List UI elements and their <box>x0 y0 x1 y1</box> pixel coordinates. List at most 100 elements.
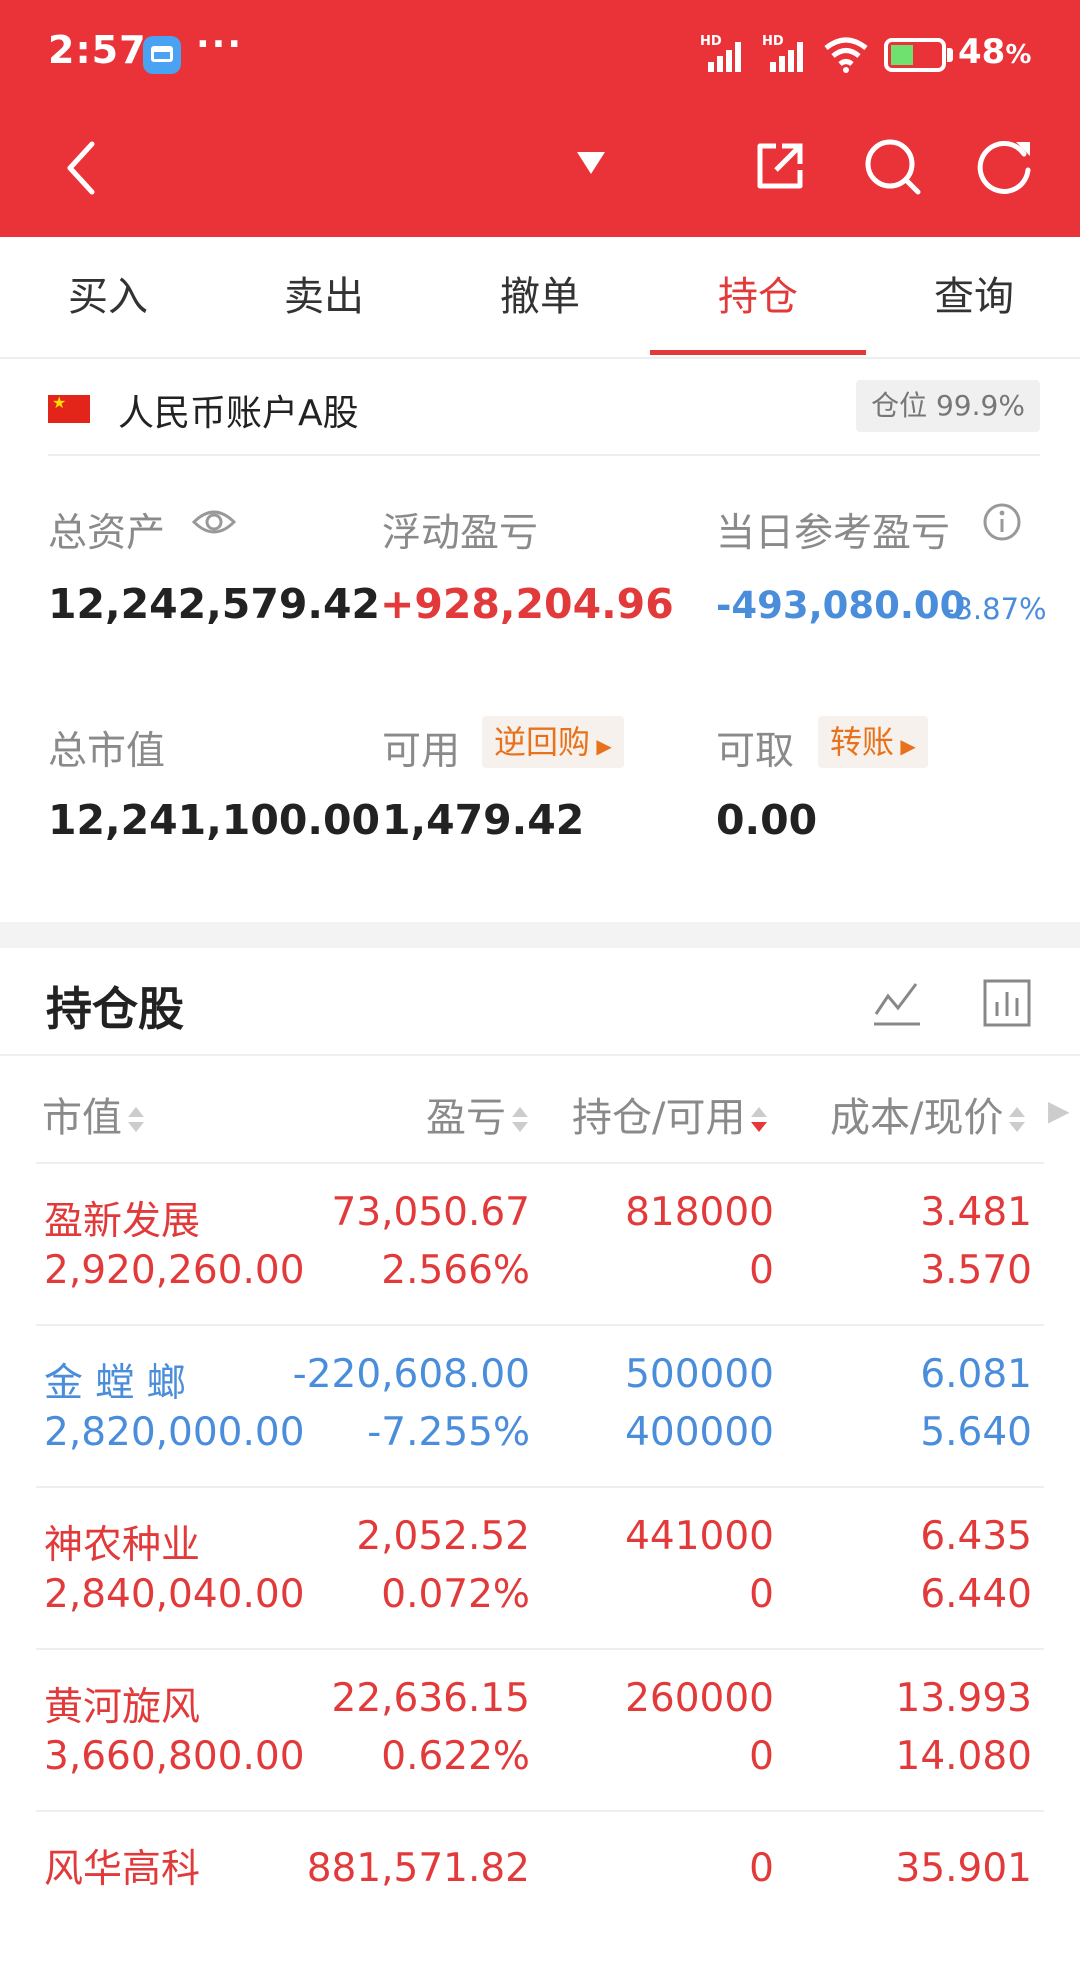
available-value: 1,479.42 <box>382 796 585 844</box>
holding-qty: 0 <box>749 1846 774 1891</box>
cost-price: 6.435 <box>920 1514 1032 1559</box>
total-assets-label: 总资产 <box>48 511 166 556</box>
sort-icon <box>126 1105 144 1135</box>
transfer-button[interactable]: 转账 ▶ <box>818 716 928 768</box>
account-name[interactable]: 人民币账户A股 <box>118 384 359 436</box>
profit-loss-percent: 0.622% <box>381 1734 530 1779</box>
wifi-icon <box>824 37 868 73</box>
stock-name: 风华高科 <box>44 1847 201 1892</box>
stock-name: 金 螳 螂 <box>44 1361 186 1406</box>
profit-loss: 22,636.15 <box>331 1676 531 1721</box>
market-value: 2,920,260.00 <box>44 1248 305 1293</box>
top-bar: 2:57 ··· HD HD 48% <box>0 0 1080 237</box>
sort-desc-icon <box>749 1105 768 1135</box>
cost-price: 35.901 <box>895 1846 1032 1891</box>
cost-price: 13.993 <box>895 1676 1032 1721</box>
eye-icon[interactable] <box>190 504 238 540</box>
profit-loss-percent: 2.566% <box>381 1248 530 1293</box>
withdrawable-label: 可取 <box>716 729 795 774</box>
floating-pl-value: +928,204.96 <box>380 580 674 628</box>
current-price: 6.440 <box>920 1572 1032 1617</box>
hd-label: HD <box>762 34 784 49</box>
divider <box>0 1054 1080 1056</box>
daily-pl-value: -493,080.00 <box>716 584 966 627</box>
scroll-right-icon[interactable]: ▶ <box>1048 1094 1070 1127</box>
reverse-repo-button[interactable]: 逆回购 ▶ <box>482 716 624 768</box>
market-value: 2,820,000.00 <box>44 1410 305 1455</box>
table-row[interactable]: 风华高科 881,571.82 0 35.901 <box>0 1812 1080 1974</box>
profit-loss: 2,052.52 <box>356 1514 530 1559</box>
trade-tabs: 买入 卖出 撤单 持仓 查询 <box>0 237 1080 359</box>
hd-label: HD <box>700 34 722 49</box>
dropdown-caret-icon[interactable] <box>573 148 609 178</box>
more-notifications-icon: ··· <box>196 24 244 65</box>
tab-cancel[interactable]: 撤单 <box>432 237 648 357</box>
sort-icon <box>1007 1105 1026 1135</box>
table-row[interactable]: 神农种业 2,840,040.00 2,052.52 0.072% 441000… <box>0 1488 1080 1650</box>
battery-icon <box>884 38 946 72</box>
sort-icon <box>510 1105 528 1135</box>
tab-holdings[interactable]: 持仓 <box>650 237 866 357</box>
cost-price: 6.081 <box>920 1352 1032 1397</box>
status-time: 2:57 <box>48 28 147 72</box>
sort-holding[interactable]: 持仓/可用 <box>572 1085 768 1143</box>
holding-qty: 500000 <box>625 1352 774 1397</box>
divider <box>48 454 1040 456</box>
market-value-label: 总市值 <box>48 729 166 774</box>
stock-name: 黄河旋风 <box>44 1685 201 1730</box>
holding-qty: 818000 <box>625 1190 774 1235</box>
signal-icon: HD <box>700 34 750 74</box>
daily-pl-label: 当日参考盈亏 <box>716 511 951 556</box>
profit-loss: 73,050.67 <box>331 1190 531 1235</box>
floating-pl-label: 浮动盈亏 <box>382 511 539 556</box>
sort-cost[interactable]: 成本/现价 <box>830 1085 1026 1143</box>
search-icon[interactable] <box>862 136 924 198</box>
current-price: 3.570 <box>920 1248 1032 1293</box>
withdrawable-value: 0.00 <box>716 796 818 844</box>
available-qty: 0 <box>749 1572 774 1617</box>
sort-pl[interactable]: 盈亏 <box>426 1085 528 1143</box>
line-chart-icon[interactable] <box>872 978 922 1028</box>
share-icon[interactable] <box>752 138 808 194</box>
battery-tip <box>947 48 953 62</box>
active-tab-indicator <box>650 350 866 355</box>
table-row[interactable]: 盈新发展 2,920,260.00 73,050.67 2.566% 81800… <box>0 1164 1080 1326</box>
holding-qty: 441000 <box>625 1514 774 1559</box>
tab-buy[interactable]: 买入 <box>0 237 216 357</box>
available-label: 可用 <box>382 729 461 774</box>
current-price: 5.640 <box>920 1410 1032 1455</box>
info-icon[interactable] <box>982 502 1022 542</box>
market-value: 2,840,040.00 <box>44 1572 305 1617</box>
stock-name: 盈新发展 <box>44 1199 201 1244</box>
refresh-icon[interactable] <box>972 134 1036 198</box>
china-flag-icon <box>48 393 90 423</box>
profit-loss-percent: -7.255% <box>367 1410 530 1455</box>
back-icon[interactable] <box>60 138 104 198</box>
market-value: 3,660,800.00 <box>44 1734 305 1779</box>
holding-qty: 260000 <box>625 1676 774 1721</box>
battery-percent: 48% <box>958 32 1032 72</box>
profit-loss-percent: 0.072% <box>381 1572 530 1617</box>
wallet-app-icon <box>143 36 181 74</box>
profit-loss: 881,571.82 <box>306 1846 530 1891</box>
profit-loss: -220,608.00 <box>292 1352 530 1397</box>
table-row[interactable]: 黄河旋风 3,660,800.00 22,636.15 0.622% 26000… <box>0 1650 1080 1812</box>
sort-market-value[interactable]: 市值 <box>42 1085 144 1143</box>
bar-chart-icon[interactable] <box>982 978 1032 1028</box>
tab-sell[interactable]: 卖出 <box>216 237 432 357</box>
daily-pl-percent: -3.87% <box>944 592 1047 626</box>
position-badge: 仓位 99.9% <box>856 380 1040 432</box>
current-price: 14.080 <box>895 1734 1032 1779</box>
available-qty: 400000 <box>625 1410 774 1455</box>
signal-icon: HD <box>762 34 812 74</box>
total-assets-value: 12,242,579.42 <box>48 580 381 628</box>
holdings-title: 持仓股 <box>46 982 184 1036</box>
cost-price: 3.481 <box>920 1190 1032 1235</box>
market-value-value: 12,241,100.00 <box>48 796 381 844</box>
available-qty: 0 <box>749 1734 774 1779</box>
available-qty: 0 <box>749 1248 774 1293</box>
section-separator <box>0 922 1080 948</box>
table-row[interactable]: 金 螳 螂 2,820,000.00 -220,608.00 -7.255% 5… <box>0 1326 1080 1488</box>
tab-query[interactable]: 查询 <box>866 237 1080 357</box>
stock-name: 神农种业 <box>44 1523 201 1568</box>
